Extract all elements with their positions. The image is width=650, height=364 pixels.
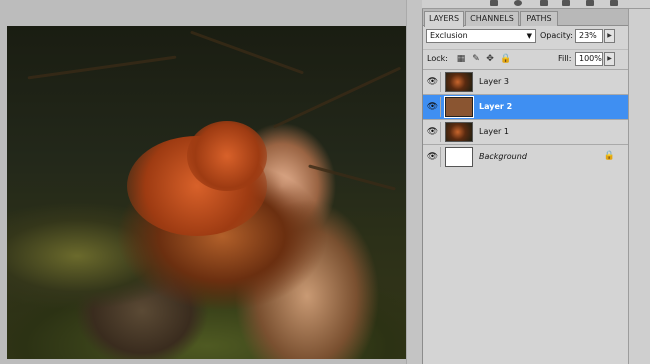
fill-input[interactable]: 100%: [575, 52, 603, 66]
layer-name: Layer 2: [479, 102, 513, 111]
document-image[interactable]: [7, 26, 406, 359]
eye-icon[interactable]: 👁: [425, 97, 441, 117]
lock-icon: 🔒: [603, 151, 615, 161]
eye-icon[interactable]: 👁: [425, 147, 441, 167]
record-icon[interactable]: [514, 0, 522, 6]
photoshop-window: LAYERS CHANNELS PATHS Exclusion ▼ Opacit…: [0, 0, 650, 364]
fill-label: Fill:: [558, 54, 572, 63]
blend-options-row: Exclusion ▼ Opacity: 23% ▶: [423, 27, 629, 45]
document-canvas-area: [0, 0, 412, 364]
lock-all-icon[interactable]: 🔒: [500, 54, 511, 64]
eye-icon[interactable]: 👁: [425, 72, 441, 92]
layer-thumbnail: [444, 96, 474, 118]
chevron-down-icon: ▼: [526, 32, 532, 40]
lock-image-icon[interactable]: ✎: [471, 54, 481, 64]
layers-list: 👁 Layer 3 👁 Layer 2 👁 Layer 1 👁 Backgrou…: [423, 69, 629, 169]
eye-icon[interactable]: 👁: [425, 122, 441, 142]
top-toolbar-strip: [422, 0, 650, 9]
fill-slider-button[interactable]: ▶: [604, 52, 615, 66]
opacity-label: Opacity:: [540, 31, 573, 40]
tool-icon[interactable]: [490, 0, 498, 6]
layer-name: Layer 3: [479, 77, 509, 86]
opacity-input[interactable]: 23%: [575, 29, 603, 43]
blend-mode-select[interactable]: Exclusion ▼: [426, 29, 536, 43]
opacity-slider-button[interactable]: ▶: [604, 29, 615, 43]
play-icon[interactable]: [540, 0, 548, 6]
new-icon[interactable]: [562, 0, 570, 6]
panel-scrollbar[interactable]: [628, 9, 650, 364]
layer-row-layer-2[interactable]: 👁 Layer 2: [423, 94, 629, 119]
layer-thumbnail: [445, 147, 473, 167]
layer-thumbnail: [445, 72, 473, 92]
layer-thumbnail: [445, 122, 473, 142]
layer-row-layer-1[interactable]: 👁 Layer 1: [423, 119, 629, 144]
trash-icon[interactable]: [610, 0, 618, 6]
panel-tabs: LAYERS CHANNELS PATHS: [423, 9, 629, 27]
lock-position-icon[interactable]: ✥: [485, 54, 495, 64]
layer-name: Background: [479, 152, 527, 161]
canvas-scrollbar[interactable]: [406, 0, 422, 364]
copy-icon[interactable]: [586, 0, 594, 6]
tab-channels[interactable]: CHANNELS: [465, 11, 519, 26]
layers-panel: LAYERS CHANNELS PATHS Exclusion ▼ Opacit…: [422, 9, 629, 364]
tab-paths[interactable]: PATHS: [520, 11, 558, 26]
lock-label: Lock:: [427, 54, 448, 63]
lock-fill-row: Lock: ▦ ✎ ✥ 🔒 Fill: 100% ▶: [423, 49, 629, 67]
tab-layers[interactable]: LAYERS: [424, 11, 464, 27]
layer-row-layer-3[interactable]: 👁 Layer 3: [423, 69, 629, 94]
lock-transparency-icon[interactable]: ▦: [456, 54, 466, 64]
layer-row-background[interactable]: 👁 Background 🔒: [423, 144, 629, 169]
layer-name: Layer 1: [479, 127, 509, 136]
blend-mode-value: Exclusion: [430, 31, 468, 40]
